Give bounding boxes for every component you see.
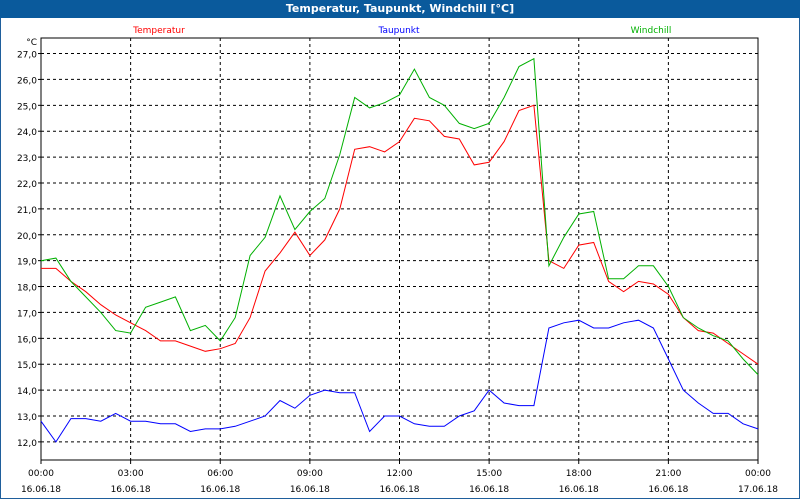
x-tick-date-label: 16.06.18 <box>200 485 240 495</box>
y-tick-label: 17,0 <box>17 309 37 319</box>
x-tick-time-label: 21:00 <box>655 469 681 479</box>
x-tick-time-label: 03:00 <box>118 469 144 479</box>
y-tick-label: 19,0 <box>17 258 37 268</box>
x-tick-time-label: 09:00 <box>297 469 323 479</box>
chart-frame: 12,0 13,0 14,0 15,0 16,0 17,0 18,0 19,0 20,0 21,0… <box>0 18 800 499</box>
legend-windchill: Windchill <box>631 26 672 36</box>
y-tick-label: 16,0 <box>17 335 37 345</box>
x-tick-time-label: 15:00 <box>476 469 502 479</box>
x-tick-date-label: 16.06.18 <box>290 485 330 495</box>
y-tick-label: 24,0 <box>17 128 37 138</box>
y-tick-label: 22,0 <box>17 180 37 190</box>
y-tick-label: 26,0 <box>17 76 37 86</box>
y-tick-label: 27,0 <box>17 51 37 61</box>
y-tick-label: 15,0 <box>17 361 37 371</box>
y-tick-label: 14,0 <box>17 387 37 397</box>
x-tick-time-label: 00:00 <box>28 469 54 479</box>
x-tick-time-label: 12:00 <box>387 469 413 479</box>
y-tick-label: 21,0 <box>17 206 37 216</box>
y-tick-label: 13,0 <box>17 413 37 423</box>
x-tick-time-label: 06:00 <box>207 469 233 479</box>
y-tick-label: 12,0 <box>17 439 37 449</box>
y-tick-label: 20,0 <box>17 232 37 242</box>
x-tick-time-label: 00:00 <box>745 469 771 479</box>
x-tick-date-label: 16.06.18 <box>21 485 61 495</box>
x-tick-time-label: 18:00 <box>566 469 592 479</box>
window-title: Temperatur, Taupunkt, Windchill [°C] <box>0 0 800 18</box>
temperature-chart: 12,0 13,0 14,0 15,0 16,0 17,0 18,0 19,0 20,0 21,0… <box>17 26 778 495</box>
legend-temperatur: Temperatur <box>132 26 185 36</box>
series-line-temperatur <box>41 104 759 365</box>
y-axis-unit: °C <box>26 38 37 48</box>
x-tick-date-label: 16.06.18 <box>379 485 419 495</box>
y-tick-label: 23,0 <box>17 154 37 164</box>
x-tick-date-label: 17.06.18 <box>738 485 778 495</box>
legend-taupunkt: Taupunkt <box>377 26 420 36</box>
x-tick-date-label: 16.06.18 <box>469 485 509 495</box>
x-tick-date-label: 16.06.18 <box>648 485 688 495</box>
y-tick-label: 25,0 <box>17 102 37 112</box>
y-tick-label: 18,0 <box>17 284 37 294</box>
x-tick-date-label: 16.06.18 <box>559 485 599 495</box>
x-tick-date-label: 16.06.18 <box>111 485 151 495</box>
